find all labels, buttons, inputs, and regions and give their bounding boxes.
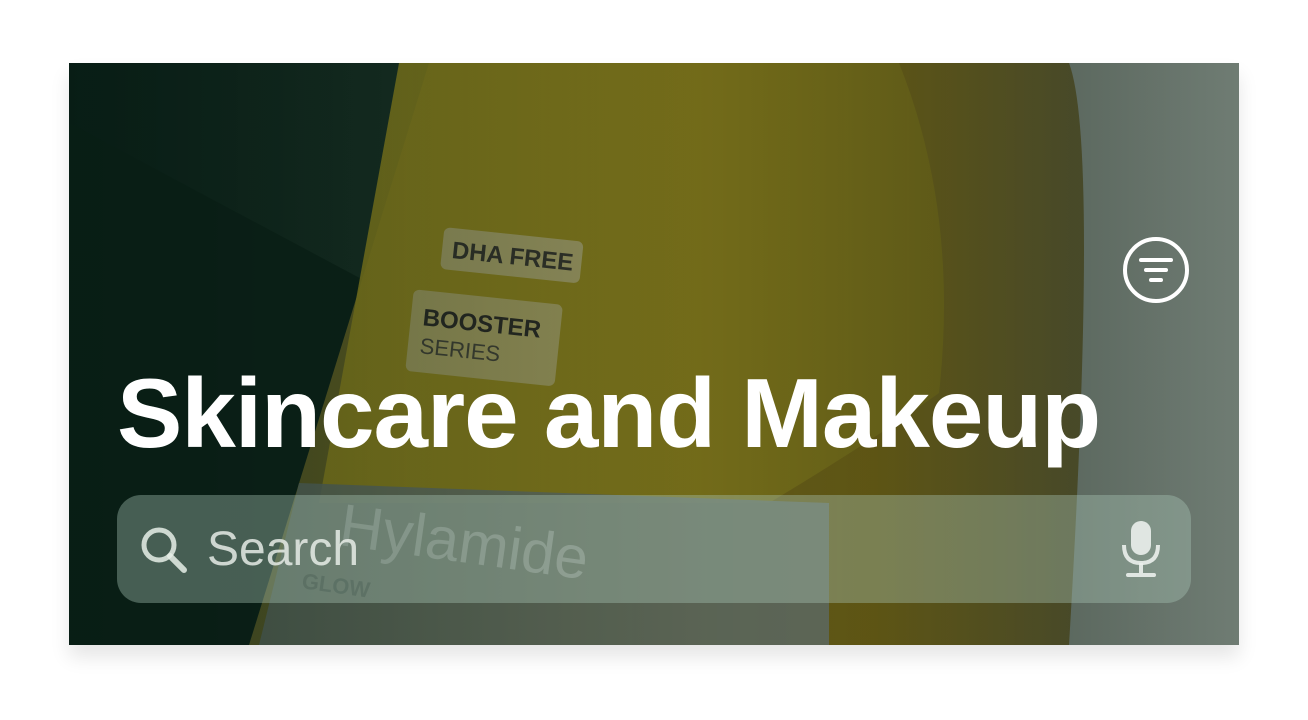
search-bar[interactable] [117, 495, 1191, 603]
hero-banner: DHA FREE BOOSTER SERIES Hylamide GLOW Sk… [69, 63, 1239, 645]
filter-line-bottom [1149, 278, 1163, 282]
microphone-icon[interactable] [1118, 519, 1164, 579]
search-input[interactable] [207, 515, 1087, 583]
filter-lines-icon [1139, 258, 1173, 262]
magnifying-glass-icon [141, 527, 187, 573]
filter-button[interactable] [1123, 237, 1189, 303]
page-title: Skincare and Makeup [117, 358, 1101, 468]
filter-line-middle [1144, 268, 1168, 272]
